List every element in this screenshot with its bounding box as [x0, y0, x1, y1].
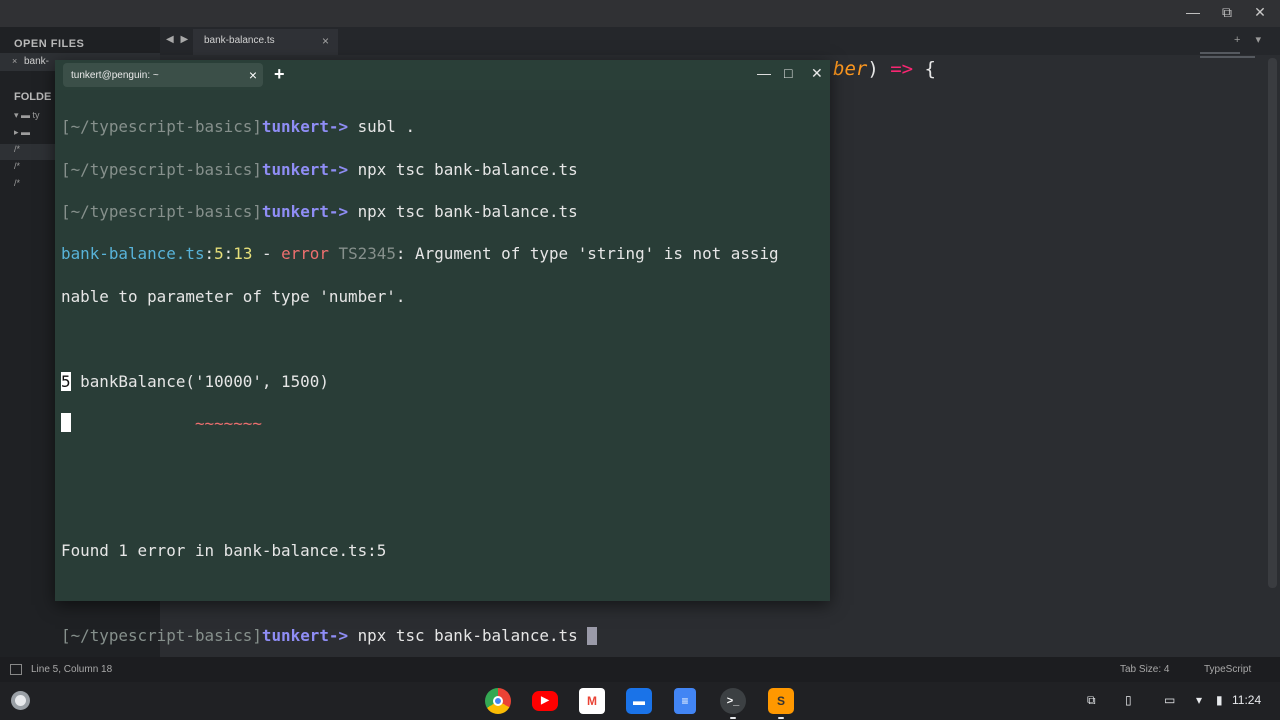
docs-app-icon[interactable]: ≡	[674, 688, 696, 714]
error-line: bank-balance.ts:5:13 - error TS2345: Arg…	[61, 243, 825, 264]
editor-tab-label: bank-balance.ts	[204, 35, 275, 46]
error-line: nable to parameter of type 'number'.	[61, 286, 825, 307]
prompt-arrow: ->	[328, 625, 358, 645]
maximize-icon[interactable]: □	[784, 65, 792, 81]
terminal-line: [~/typescript-basics]tunkert-> npx tsc b…	[61, 201, 825, 222]
editor-titlebar: — ⧉ ✕	[0, 0, 1280, 27]
error-message: : Argument of type 'string' is not assig	[395, 244, 779, 264]
editor-scrollbar[interactable]	[1268, 58, 1277, 588]
code-param: ber	[833, 58, 868, 80]
chrome-logo-center	[493, 696, 503, 706]
running-indicator	[778, 717, 784, 719]
found-summary: Found 1 error in bank-balance.ts:5	[61, 540, 825, 561]
snippet-line: 5 bankBalance('10000', 1500)	[61, 371, 825, 392]
current-command[interactable]: npx tsc bank-balance.ts	[358, 626, 588, 645]
terminal-output[interactable]: [~/typescript-basics]tunkert-> subl . [~…	[61, 95, 825, 688]
minimap[interactable]	[1200, 50, 1260, 64]
prompt-path: [~/typescript-basics]	[61, 117, 262, 137]
minimize-icon[interactable]: —	[757, 65, 771, 81]
code-arrow: =>	[890, 58, 914, 80]
terminal-cursor	[587, 627, 598, 646]
terminal-app-icon[interactable]: >_	[720, 688, 746, 719]
open-file-label: bank-	[24, 56, 50, 67]
error-message-cont: nable to parameter of type 'number'.	[61, 286, 406, 306]
wifi-icon[interactable]: ▾	[1196, 693, 1202, 707]
prompt-arrow: ->	[328, 117, 358, 137]
error-dash: -	[252, 244, 282, 264]
cast-icon[interactable]: ▭	[1164, 693, 1175, 707]
battery-icon[interactable]: ▮	[1216, 693, 1223, 707]
terminal-line: [~/typescript-basics]tunkert-> npx tsc b…	[61, 159, 825, 180]
squiggle-line: ~~~~~~~	[61, 412, 825, 434]
terminal-glyph: >_	[726, 695, 740, 707]
command-text: npx tsc bank-balance.ts	[357, 159, 578, 179]
terminal-tab-title: tunkert@penguin: ~	[71, 70, 159, 81]
syntax-language[interactable]: TypeScript	[1204, 664, 1251, 675]
error-label: error	[281, 244, 329, 264]
code-brace: {	[913, 58, 936, 80]
found-text: Found 1 error in bank-balance.ts:5	[61, 541, 387, 561]
clock[interactable]: 11:24	[1232, 693, 1261, 707]
maximize-icon[interactable]: ⧉	[1215, 4, 1239, 21]
terminal-line: [~/typescript-basics]tunkert-> subl .	[61, 116, 825, 137]
youtube-app-icon[interactable]: ▶	[532, 691, 558, 711]
terminal-titlebar: tunkert@penguin: ~ × + — □ ✕	[55, 60, 830, 90]
sublime-app-icon[interactable]: S	[768, 688, 794, 719]
error-column: 13	[233, 244, 253, 264]
chrome-app-icon[interactable]	[485, 688, 511, 714]
gmail-app-icon[interactable]: M	[579, 688, 605, 714]
minimize-icon[interactable]: —	[1181, 4, 1205, 20]
running-indicator	[730, 717, 736, 719]
phone-hub-icon[interactable]: ▯	[1125, 693, 1132, 707]
close-icon[interactable]: ✕	[1248, 4, 1272, 21]
chromeos-shelf: ▶ M ▬ ≡ >_ S ⧉ ▯ ▭ ▾ ▮ 11:24	[0, 682, 1280, 720]
command-text: npx tsc bank-balance.ts	[357, 201, 578, 221]
open-files-heading: OPEN FILES	[14, 38, 85, 50]
prompt-arrow: ->	[328, 159, 358, 179]
code-line-fragment[interactable]: ber) => {	[833, 58, 936, 80]
error-sep: :	[223, 244, 234, 264]
error-file: bank-balance.ts	[61, 244, 205, 264]
error-code: TS2345	[328, 244, 396, 264]
close-icon[interactable]: ✕	[811, 65, 823, 82]
tab-close-icon[interactable]: ×	[322, 34, 329, 48]
files-app-icon[interactable]: ▬	[626, 688, 652, 714]
close-tab-icon[interactable]: ×	[249, 67, 257, 83]
snippet-code: bankBalance('10000', 1500)	[70, 371, 329, 391]
prompt-user: tunkert	[261, 625, 329, 645]
tab-size-setting[interactable]: Tab Size: 4	[1120, 664, 1169, 675]
gutter-marker	[61, 412, 71, 432]
prompt-path: [~/typescript-basics]	[61, 625, 262, 645]
code-paren: )	[867, 58, 891, 80]
sublime-glyph: S	[776, 694, 785, 708]
new-tab-icon[interactable]: +	[274, 64, 285, 85]
close-file-icon[interactable]: ×	[12, 56, 17, 66]
terminal-input-line[interactable]: [~/typescript-basics]tunkert-> npx tsc b…	[61, 625, 825, 646]
prompt-user: tunkert	[261, 201, 329, 221]
terminal-tab[interactable]: tunkert@penguin: ~ ×	[63, 63, 263, 87]
error-sep: :	[204, 244, 215, 264]
launcher-icon[interactable]	[11, 691, 30, 710]
panel-toggle-icon[interactable]	[10, 664, 22, 675]
prompt-path: [~/typescript-basics]	[61, 159, 262, 179]
prompt-path: [~/typescript-basics]	[61, 201, 262, 221]
snippet-line-number: 5	[61, 371, 71, 391]
prompt-user: tunkert	[261, 117, 329, 137]
terminal-window[interactable]: tunkert@penguin: ~ × + — □ ✕ [~/typescri…	[55, 60, 830, 646]
screen-capture-icon[interactable]: ⧉	[1087, 693, 1096, 708]
prompt-arrow: ->	[328, 201, 358, 221]
prompt-user: tunkert	[261, 159, 329, 179]
error-line-number: 5	[214, 244, 224, 264]
tab-overflow-icon[interactable]: + ▾	[1234, 33, 1267, 46]
command-text: subl .	[357, 117, 416, 137]
folders-heading: FOLDE	[14, 91, 52, 103]
tab-nav-arrows-icon[interactable]: ◀ ▶	[166, 34, 190, 45]
editor-tab-bank-balance[interactable]: bank-balance.ts ×	[193, 29, 338, 55]
error-squiggle: ~~~~~~~	[194, 413, 262, 433]
